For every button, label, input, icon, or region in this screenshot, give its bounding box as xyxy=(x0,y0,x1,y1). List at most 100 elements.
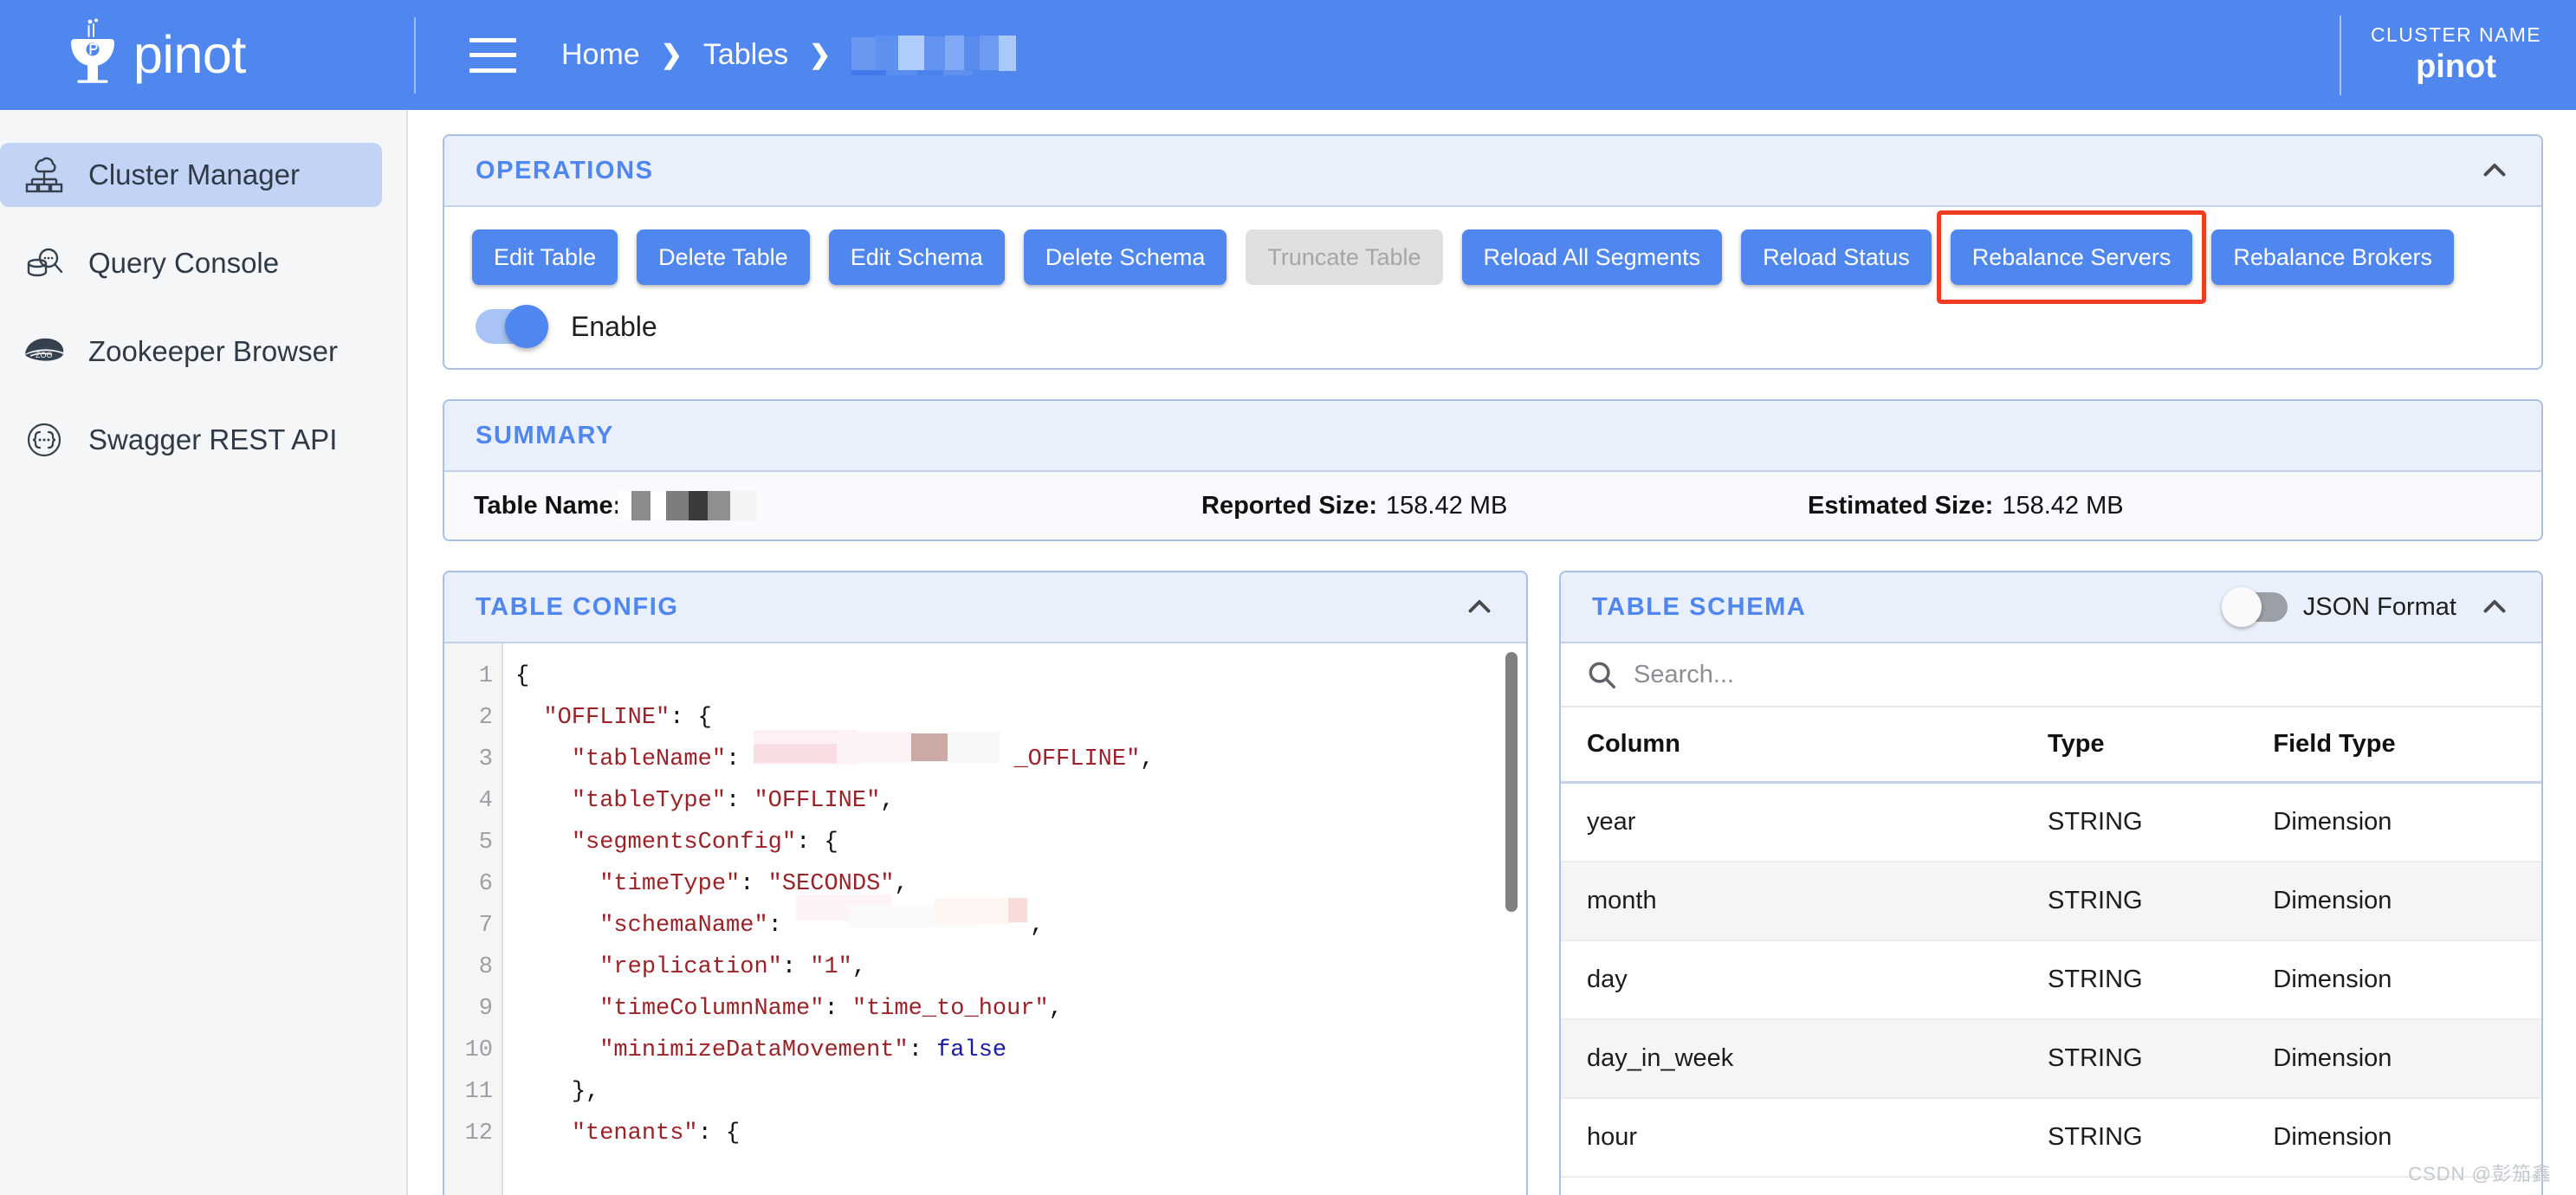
table-schema-collapse-chevron-up-icon[interactable] xyxy=(2479,591,2510,623)
sidebar-item-query-console[interactable]: Query Console xyxy=(0,231,382,295)
top-bar: pinot Home ❯ Tables ❯ CLUSTER NAME pino xyxy=(0,0,2576,110)
schema-header-field-type[interactable]: Field Type xyxy=(2247,707,2541,783)
editor-code[interactable]: { "OFFLINE": { "tableName": _OFFLINE", "… xyxy=(503,643,1526,1195)
swagger-api-icon xyxy=(19,415,69,465)
zookeeper-icon: ZOO xyxy=(19,326,69,377)
enable-toggle-row: Enable xyxy=(472,309,2514,344)
schema-cell-type: STRING xyxy=(2022,1098,2247,1177)
sidebar-item-label-cluster-manager: Cluster Manager xyxy=(88,158,300,191)
schema-cell-type: STRING xyxy=(2022,940,2247,1019)
schema-search-input[interactable]: Search... xyxy=(1634,661,1734,689)
line-number: 12 xyxy=(444,1113,493,1154)
chevron-right-icon: ❯ xyxy=(661,40,683,70)
line-number: 7 xyxy=(444,905,493,946)
breadcrumb: Home ❯ Tables ❯ xyxy=(561,36,2340,75)
operations-body: Edit Table Delete Table Edit Schema Dele… xyxy=(444,207,2541,368)
schema-search-row[interactable]: Search... xyxy=(1561,643,2541,707)
summary-body: Table Name: Reported Size: 158.42 MB Est… xyxy=(444,472,2541,539)
line-number: 1 xyxy=(444,656,493,697)
cluster-manager-icon xyxy=(19,150,69,200)
line-number: 2 xyxy=(444,697,493,739)
delete-schema-button[interactable]: Delete Schema xyxy=(1024,229,1227,285)
editor-scrollbar[interactable] xyxy=(1505,652,1518,912)
operations-collapse-chevron-up-icon[interactable] xyxy=(2479,155,2510,186)
operations-title: OPERATIONS xyxy=(476,157,654,185)
schema-cell-field-type: Dimension xyxy=(2247,1098,2541,1177)
search-icon xyxy=(1585,658,1618,691)
breadcrumb-item-home[interactable]: Home xyxy=(561,38,640,72)
schema-cell-type: STRING xyxy=(2022,783,2247,862)
table-config-header[interactable]: TABLE CONFIG xyxy=(444,572,1526,643)
sidebar-item-label-zookeeper-browser: Zookeeper Browser xyxy=(88,335,338,368)
summary-title: SUMMARY xyxy=(476,422,614,450)
breadcrumb-item-table-redacted[interactable] xyxy=(851,36,1016,75)
truncate-table-button: Truncate Table xyxy=(1246,229,1442,285)
enable-toggle[interactable] xyxy=(476,309,548,344)
schema-cell-type: STRING xyxy=(2022,862,2247,940)
sidebar-item-cluster-manager[interactable]: Cluster Manager xyxy=(0,143,382,207)
schema-cell-field-type: Dimension xyxy=(2247,862,2541,940)
hamburger-menu-icon[interactable] xyxy=(469,38,516,73)
rebalance-servers-button[interactable]: Rebalance Servers xyxy=(1951,229,2193,285)
schema-header-column[interactable]: Column xyxy=(1561,707,2022,783)
table-row[interactable]: day STRING Dimension xyxy=(1561,940,2541,1019)
summary-estimated-size: Estimated Size: 158.42 MB xyxy=(1808,492,2124,520)
brand-divider xyxy=(414,17,416,94)
schema-cell-field-type: Dimension xyxy=(2247,1019,2541,1098)
breadcrumb-item-tables[interactable]: Tables xyxy=(703,38,788,72)
json-format-toggle[interactable] xyxy=(2225,592,2288,622)
editor-line-numbers: 1 2 3 4 5 6 7 8 9 10 11 12 xyxy=(444,643,503,1195)
code-tablename-redacted xyxy=(754,746,1013,772)
schema-cell-column: hour xyxy=(1561,1098,2022,1177)
summary-reported-size-value: 158.42 MB xyxy=(1386,492,1507,520)
operations-button-row: Edit Table Delete Table Edit Schema Dele… xyxy=(472,229,2514,285)
table-row[interactable]: month STRING Dimension xyxy=(1561,862,2541,940)
table-config-title: TABLE CONFIG xyxy=(476,593,679,622)
summary-table-name: Table Name: xyxy=(474,491,1201,520)
brand[interactable]: pinot xyxy=(0,0,407,110)
delete-table-button[interactable]: Delete Table xyxy=(637,229,810,285)
rebalance-brokers-button[interactable]: Rebalance Brokers xyxy=(2211,229,2454,285)
edit-schema-button[interactable]: Edit Schema xyxy=(829,229,1005,285)
line-number: 5 xyxy=(444,822,493,863)
pinot-glass-logo-icon xyxy=(68,18,126,93)
svg-text:ZOO: ZOO xyxy=(36,351,53,359)
summary-header[interactable]: SUMMARY xyxy=(444,401,2541,472)
summary-panel: SUMMARY Table Name: Reported Size: 158.4… xyxy=(443,399,2543,541)
schema-cell-column: day_in_week xyxy=(1561,1019,2022,1098)
enable-toggle-label: Enable xyxy=(571,311,657,343)
table-row[interactable]: day_in_week STRING Dimension xyxy=(1561,1019,2541,1098)
table-row[interactable]: year STRING Dimension xyxy=(1561,783,2541,862)
operations-header[interactable]: OPERATIONS xyxy=(444,136,2541,207)
sidebar-item-label-query-console: Query Console xyxy=(88,247,279,280)
schema-cell-column: day xyxy=(1561,940,2022,1019)
json-format-label: JSON Format xyxy=(2303,593,2456,622)
bottom-panels: TABLE CONFIG 1 2 3 4 5 6 7 8 9 xyxy=(443,571,2543,1195)
summary-estimated-size-label: Estimated Size: xyxy=(1808,492,1993,520)
table-schema-header[interactable]: TABLE SCHEMA JSON Format xyxy=(1561,572,2541,643)
line-number: 11 xyxy=(444,1071,493,1113)
edit-table-button[interactable]: Edit Table xyxy=(472,229,618,285)
operations-panel: OPERATIONS Edit Table Delete Table Edit … xyxy=(443,134,2543,370)
summary-table-name-label: Table Name: xyxy=(474,492,621,520)
table-schema-title: TABLE SCHEMA xyxy=(1592,593,1806,622)
cluster-info: CLUSTER NAME pinot xyxy=(2340,0,2576,110)
table-config-editor[interactable]: 1 2 3 4 5 6 7 8 9 10 11 12 { "OFFLINE": … xyxy=(444,643,1526,1195)
line-number: 9 xyxy=(444,988,493,1030)
summary-reported-size: Reported Size: 158.42 MB xyxy=(1201,492,1808,520)
table-row[interactable]: hour STRING Dimension xyxy=(1561,1098,2541,1177)
query-console-icon xyxy=(19,238,69,288)
schema-table-header-row: Column Type Field Type xyxy=(1561,707,2541,783)
reload-all-segments-button[interactable]: Reload All Segments xyxy=(1462,229,1723,285)
line-number: 3 xyxy=(444,739,493,780)
line-number: 10 xyxy=(444,1030,493,1071)
schema-header-type[interactable]: Type xyxy=(2022,707,2247,783)
schema-cell-field-type: Dimension xyxy=(2247,783,2541,862)
sidebar-item-swagger-rest-api[interactable]: Swagger REST API xyxy=(0,408,382,472)
schema-cell-column: month xyxy=(1561,862,2022,940)
reload-status-button[interactable]: Reload Status xyxy=(1741,229,1932,285)
schema-cell-column: year xyxy=(1561,783,2022,862)
sidebar-item-zookeeper-browser[interactable]: ZOO Zookeeper Browser xyxy=(0,320,382,384)
chevron-right-icon-2: ❯ xyxy=(809,40,831,70)
table-config-collapse-chevron-up-icon[interactable] xyxy=(1464,591,1495,623)
